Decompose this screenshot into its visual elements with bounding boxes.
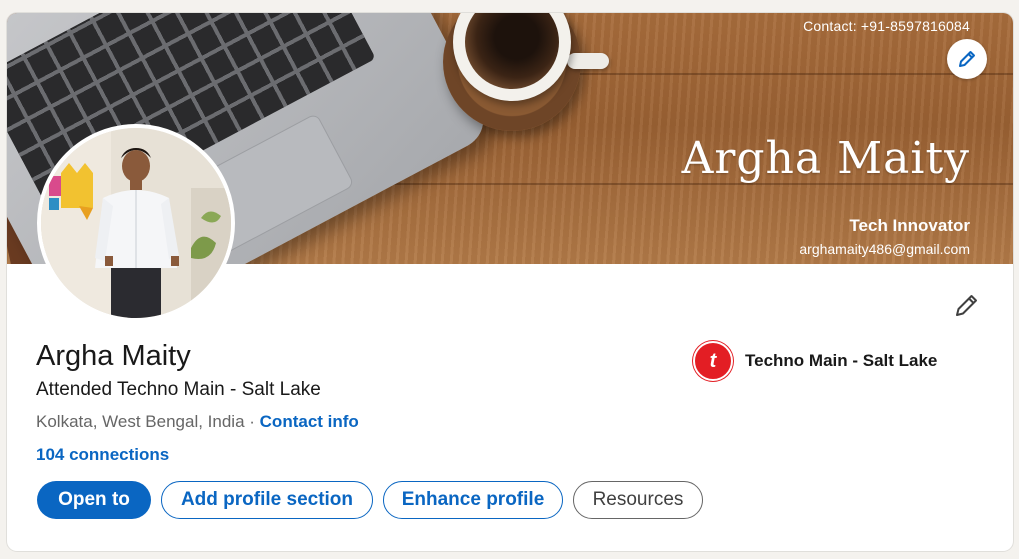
resources-button[interactable]: Resources [573, 481, 703, 519]
profile-location: Kolkata, West Bengal, India [36, 412, 245, 431]
cup-handle-graphic [567, 53, 609, 69]
open-to-button[interactable]: Open to [37, 481, 151, 519]
banner-email: arghamaity486@gmail.com [799, 241, 970, 257]
school-logo-letter: t [709, 349, 717, 372]
pencil-icon [959, 51, 975, 67]
avatar[interactable] [37, 124, 235, 322]
contact-info-link[interactable]: Contact info [260, 412, 359, 431]
add-profile-section-button[interactable]: Add profile section [161, 481, 373, 519]
school-name: Techno Main - Salt Lake [745, 351, 938, 370]
profile-photo [41, 128, 231, 318]
connections-link[interactable]: 104 connections [36, 445, 169, 465]
enhance-profile-button[interactable]: Enhance profile [383, 481, 563, 519]
profile-headline: Attended Techno Main - Salt Lake [36, 379, 321, 400]
location-line: Kolkata, West Bengal, India · Contact in… [36, 412, 359, 432]
edit-intro-button[interactable] [947, 285, 987, 325]
pencil-icon [956, 295, 977, 316]
education-school[interactable]: t Techno Main - Salt Lake [693, 341, 937, 381]
school-logo: t [693, 341, 733, 381]
profile-card: Contact: +91-8597816084 Argha Maity Tech… [7, 13, 1013, 551]
banner-contact: Contact: +91-8597816084 [803, 18, 970, 34]
profile-name: Argha Maity [36, 340, 191, 372]
banner-title: Tech Innovator [849, 216, 970, 235]
separator-dot: · [244, 412, 260, 431]
edit-banner-button[interactable] [947, 39, 987, 79]
banner-name: Argha Maity [681, 133, 970, 184]
